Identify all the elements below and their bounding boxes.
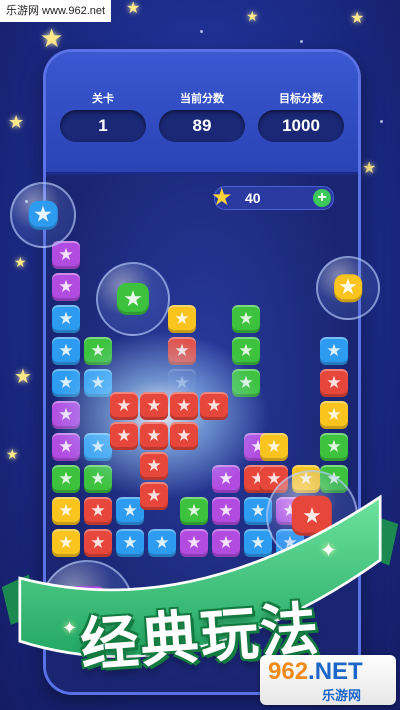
selected-star-tile[interactable]: ★ bbox=[110, 422, 138, 450]
star-tile[interactable]: ★ bbox=[320, 337, 348, 365]
logo-main-b: .NET bbox=[308, 658, 363, 685]
bubble-yellow: ★ bbox=[316, 256, 380, 320]
level-value: 1 bbox=[60, 110, 146, 142]
star-icon: ★ bbox=[116, 282, 150, 316]
star-tile[interactable]: ★ bbox=[52, 305, 80, 333]
star-icon: ★ bbox=[126, 0, 141, 17]
star-tile[interactable]: ★ bbox=[168, 305, 196, 333]
star-icon: ★ bbox=[211, 184, 233, 211]
star-icon: ★ bbox=[14, 364, 32, 388]
star-icon: ★ bbox=[14, 255, 27, 271]
selected-star-tile[interactable]: ★ bbox=[140, 422, 168, 450]
coin-value: 40 bbox=[245, 190, 261, 206]
target-value: 1000 bbox=[258, 110, 344, 142]
star-tile[interactable]: ★ bbox=[320, 401, 348, 429]
plus-icon[interactable]: + bbox=[313, 189, 331, 207]
selected-star-tile[interactable]: ★ bbox=[140, 452, 168, 480]
logo-main-a: 962 bbox=[268, 658, 309, 685]
bubble-blue: ★ bbox=[10, 182, 76, 248]
selected-star-tile[interactable]: ★ bbox=[170, 392, 198, 420]
bubble-green: ★ bbox=[96, 262, 170, 336]
score-label: 当前分数 bbox=[180, 93, 224, 105]
star-icon: ★ bbox=[246, 9, 259, 25]
star-icon: ★ bbox=[6, 447, 19, 463]
coin-counter: ★ 40 + bbox=[211, 184, 334, 211]
site-watermark: 乐游网 www.962.net bbox=[0, 0, 112, 22]
hud-panel: 关卡 1 当前分数 89 目标分数 1000 bbox=[46, 52, 358, 175]
level-display: 关卡 1 bbox=[60, 90, 146, 142]
star-tile[interactable]: ★ bbox=[232, 305, 260, 333]
star-icon: ★ bbox=[8, 112, 25, 133]
sparkle-icon: ✦ bbox=[62, 618, 78, 639]
score-value: 89 bbox=[159, 110, 245, 142]
star-icon: ★ bbox=[40, 24, 64, 54]
selected-star-tile[interactable]: ★ bbox=[170, 422, 198, 450]
target-label: 目标分数 bbox=[279, 93, 323, 105]
sparkle-icon: ✦ bbox=[320, 538, 337, 562]
selected-star-tile[interactable]: ★ bbox=[200, 392, 228, 420]
logo-sub: 乐游网 bbox=[322, 689, 362, 704]
star-tile[interactable]: ★ bbox=[320, 369, 348, 397]
score-display: 当前分数 89 bbox=[159, 90, 245, 142]
site-logo: 962.NET 乐游网 bbox=[260, 655, 396, 705]
star-tile[interactable]: ★ bbox=[320, 433, 348, 461]
star-icon: ★ bbox=[362, 158, 377, 177]
level-label: 关卡 bbox=[92, 93, 114, 105]
star-tile[interactable]: ★ bbox=[52, 273, 80, 301]
star-icon: ★ bbox=[28, 200, 58, 230]
star-icon: ★ bbox=[350, 8, 365, 27]
selected-star-tile[interactable]: ★ bbox=[140, 392, 168, 420]
target-display: 目标分数 1000 bbox=[258, 90, 344, 142]
selected-star-tile[interactable]: ★ bbox=[110, 392, 138, 420]
star-icon: ★ bbox=[334, 274, 362, 302]
